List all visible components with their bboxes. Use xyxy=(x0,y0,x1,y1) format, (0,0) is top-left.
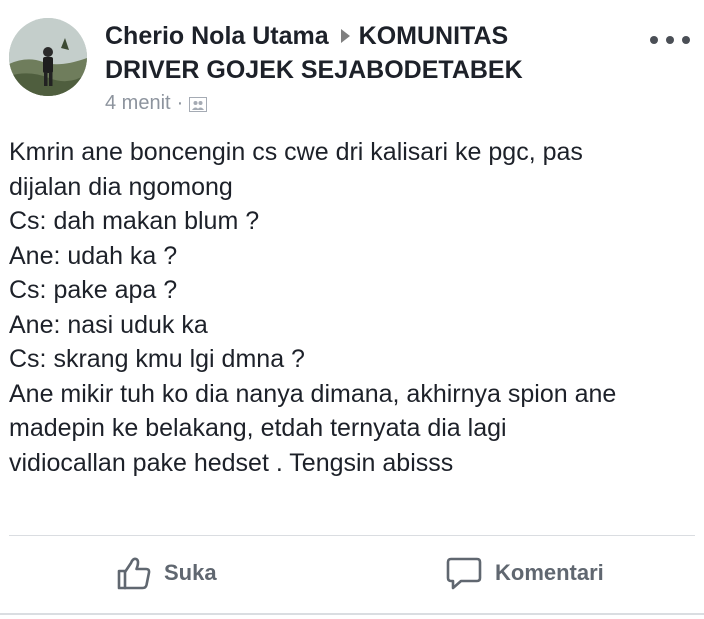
thumbs-up-icon xyxy=(117,557,151,590)
post-text-line: Kmrin ane boncengin cs cwe dri kalisari … xyxy=(9,138,583,166)
meta-separator: · xyxy=(176,92,184,114)
comment-icon xyxy=(446,557,482,590)
actions-divider-bottom xyxy=(0,613,704,615)
group-name-part2[interactable]: DRIVER GOJEK SEJABODETABEK xyxy=(105,56,523,84)
post-text-line: Ane mikir tuh ko dia nanya dimana, akhir… xyxy=(9,379,617,408)
post-text-line: Ane: udah ka ? xyxy=(9,241,178,270)
like-label: Suka xyxy=(164,560,217,585)
post-meta: 4 menit · xyxy=(105,90,208,116)
post-text-line: Ane: nasi uduk ka xyxy=(9,310,208,339)
more-icon-dot xyxy=(650,36,658,44)
actions-divider-top xyxy=(9,535,695,536)
post-text-line: madepin ke belakang, etdah ternyata dia … xyxy=(9,414,507,442)
post-timestamp[interactable]: 4 menit xyxy=(105,90,171,116)
comment-button[interactable]: Komentari xyxy=(445,553,604,593)
more-options-button[interactable] xyxy=(650,32,690,48)
more-icon-dot xyxy=(666,36,674,44)
group-icon xyxy=(189,96,208,112)
facebook-post: Cherio Nola Utama KOMUNITAS DRIVER GOJEK … xyxy=(0,0,704,619)
post-text-line: Cs: skrang kmu lgi dmna ? xyxy=(9,345,305,373)
post-text-line: Cs: pake apa ? xyxy=(9,276,178,304)
author-avatar[interactable] xyxy=(9,18,87,96)
group-name-part1[interactable]: KOMUNITAS xyxy=(359,22,509,50)
post-text-line: Cs: dah makan blum ? xyxy=(9,207,260,235)
author-name[interactable]: Cherio Nola Utama xyxy=(105,22,329,50)
caret-right-icon xyxy=(340,29,350,44)
post-text-line: vidiocallan pake hedset . Tengsin abisss xyxy=(9,448,454,477)
more-icon-dot xyxy=(682,36,690,44)
like-button[interactable]: Suka xyxy=(116,553,217,593)
post-text-line: dijalan dia ngomong xyxy=(9,172,233,201)
post-header-title: Cherio Nola Utama KOMUNITAS DRIVER GOJEK … xyxy=(105,19,575,87)
avatar-image xyxy=(9,18,87,96)
comment-label: Komentari xyxy=(495,560,604,585)
post-text: Kmrin ane boncengin cs cwe dri kalisari … xyxy=(9,135,699,480)
